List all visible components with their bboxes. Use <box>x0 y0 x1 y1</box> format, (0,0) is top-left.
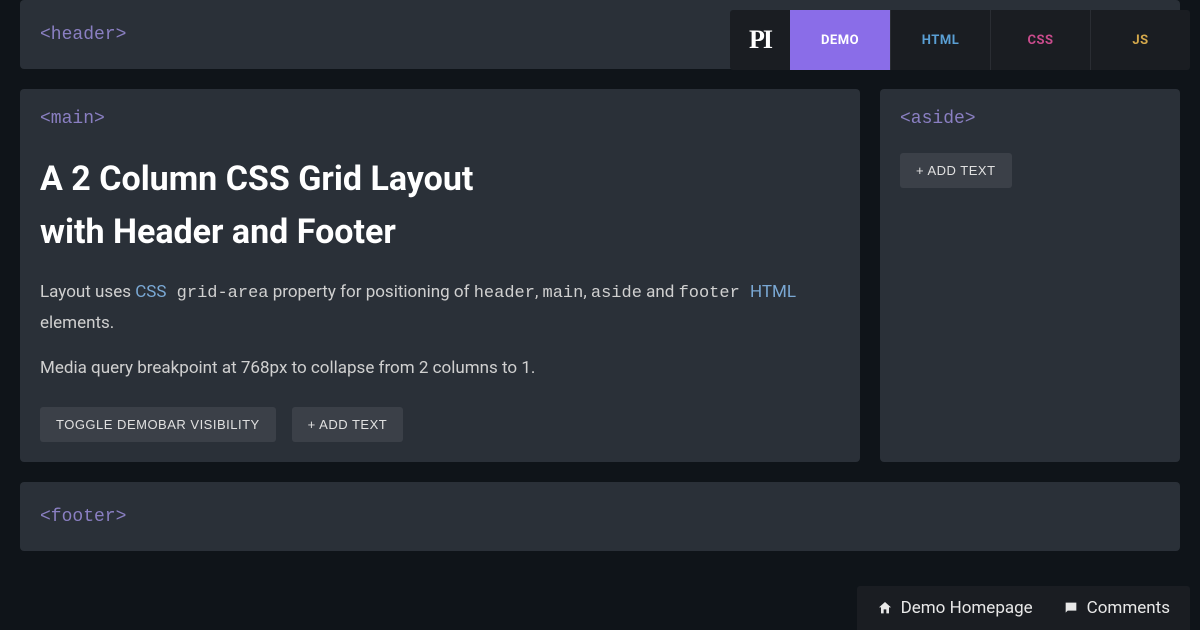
grid-area-code: grid-area <box>166 284 268 303</box>
footer-code: footer <box>679 284 750 303</box>
demobar: PI DEMO HTML CSS JS <box>730 10 1190 70</box>
comments-label: Comments <box>1087 598 1170 618</box>
description-paragraph-1: Layout uses CSS grid-area property for p… <box>40 278 840 338</box>
desc-text: , <box>583 282 591 302</box>
aside-tag-label: <aside> <box>900 109 1160 129</box>
toggle-demobar-button[interactable]: TOGGLE DEMOBAR VISIBILITY <box>40 407 276 442</box>
aside-region: <aside> + ADD TEXT <box>880 89 1180 462</box>
tab-html[interactable]: HTML <box>890 10 990 70</box>
tab-demo[interactable]: DEMO <box>790 10 890 70</box>
tab-css[interactable]: CSS <box>990 10 1090 70</box>
title-line-2: with Header and Footer <box>40 212 396 252</box>
desc-text: elements. <box>40 313 114 333</box>
tab-js[interactable]: JS <box>1090 10 1190 70</box>
aside-code: aside <box>591 284 642 303</box>
main-tag-label: <main> <box>40 109 840 129</box>
description-paragraph-2: Media query breakpoint at 768px to colla… <box>40 354 840 383</box>
comments-icon <box>1063 600 1079 616</box>
page-title: A 2 Column CSS Grid Layout with Header a… <box>40 153 840 258</box>
home-icon <box>877 600 893 616</box>
header-code: header <box>474 284 535 303</box>
header-tag-label: <header> <box>40 25 126 45</box>
add-text-button-main[interactable]: + ADD TEXT <box>292 407 404 442</box>
bottom-bar: Demo Homepage Comments <box>857 586 1190 630</box>
css-link[interactable]: CSS <box>135 282 166 302</box>
desc-text: property for positioning of <box>269 282 474 302</box>
title-line-1: A 2 Column CSS Grid Layout <box>40 159 473 199</box>
main-region: <main> A 2 Column CSS Grid Layout with H… <box>20 89 860 462</box>
site-logo[interactable]: PI <box>730 10 790 70</box>
desc-text: and <box>642 282 679 302</box>
comments-link[interactable]: Comments <box>1063 598 1170 618</box>
demo-homepage-link[interactable]: Demo Homepage <box>877 598 1033 618</box>
desc-text: , <box>535 282 543 302</box>
footer-tag-label: <footer> <box>40 507 126 527</box>
html-link[interactable]: HTML <box>750 282 796 302</box>
main-code: main <box>543 284 584 303</box>
demo-homepage-label: Demo Homepage <box>901 598 1033 618</box>
add-text-button-aside[interactable]: + ADD TEXT <box>900 153 1012 188</box>
desc-text: Layout uses <box>40 282 135 302</box>
footer-region: <footer> <box>20 482 1180 551</box>
